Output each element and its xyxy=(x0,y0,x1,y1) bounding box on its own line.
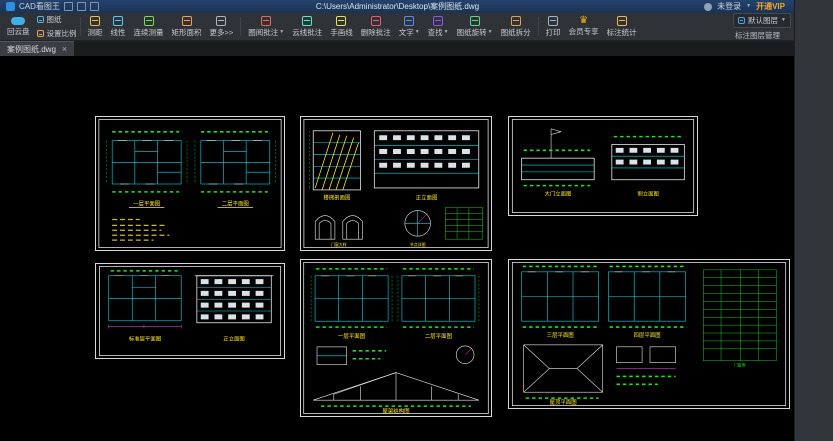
chevron-down-icon: ▼ xyxy=(746,4,751,9)
split-icon xyxy=(511,16,521,26)
sheet-caption: 四层平面图 xyxy=(634,331,661,339)
redo-icon[interactable] xyxy=(90,2,99,11)
print-button[interactable]: 打印 xyxy=(542,13,565,40)
undo-icon[interactable] xyxy=(77,2,86,11)
split-drawing-button[interactable]: 图纸拆分 xyxy=(497,13,535,40)
sheet-gate-elevation[interactable]: 大门立面图 侧立面图 xyxy=(508,116,698,216)
sheet-plans-truss[interactable]: 一层平面图 二层平面图 屋架结构图 xyxy=(300,259,492,417)
layer-dropdown-value: 默认图层 xyxy=(748,15,778,26)
text-button[interactable]: 文字▼ xyxy=(395,13,424,40)
delete-markup-button[interactable]: 删除批注 xyxy=(357,13,395,40)
scale-button-label: 设置比例 xyxy=(47,28,77,39)
ribbon-toolbar: 回云盘 图纸 设置比例 测距 线性 连续测量 xyxy=(0,13,795,41)
divider xyxy=(538,17,539,36)
vip-features-button[interactable]: ♛ 会员专享 xyxy=(565,13,603,40)
sheet-caption: 正立面图 xyxy=(416,194,438,202)
sheet-caption: 三层平面图 xyxy=(547,331,574,339)
scale-icon xyxy=(37,30,44,37)
chevron-down-icon: ▼ xyxy=(781,18,786,23)
rect-area-button[interactable]: 矩形面积 xyxy=(168,13,206,40)
area-icon xyxy=(182,16,192,26)
layers-icon xyxy=(738,17,745,24)
sheet-plan-elevation[interactable]: 标准层平面图 正立面图 xyxy=(95,263,285,359)
sheet-caption: 一层平面图 xyxy=(338,332,365,340)
vip-button[interactable]: 开通VIP xyxy=(756,1,785,12)
cloud-button-label: 回云盘 xyxy=(7,26,30,37)
divider xyxy=(80,17,81,36)
user-avatar[interactable] xyxy=(704,3,712,11)
chevron-down-icon: ▼ xyxy=(279,30,284,35)
pencil-icon xyxy=(336,16,346,26)
layer-dropdown[interactable]: 默认图层 ▼ xyxy=(733,13,791,28)
more-icon xyxy=(216,16,226,26)
save-icon[interactable] xyxy=(64,2,73,11)
chevron-down-icon: ▼ xyxy=(488,30,493,35)
linear-dimension-button[interactable]: 线性 xyxy=(107,13,130,40)
drawing-canvas[interactable]: 一层平面图 二层平面图 楼梯剖面图 正立面图 xyxy=(0,56,795,441)
linear-dim-icon xyxy=(113,16,123,26)
sheet-icon xyxy=(37,16,44,23)
crown-icon: ♛ xyxy=(579,16,588,25)
cloud-icon xyxy=(11,17,25,25)
cloud-line-icon xyxy=(302,16,312,26)
sheet-caption: 门窗大样 xyxy=(331,242,347,247)
cloud-markup-button[interactable]: 圈阅批注▼ xyxy=(244,13,288,40)
eraser-icon xyxy=(371,16,381,26)
markup-icon xyxy=(261,16,271,26)
rotate-drawing-button[interactable]: 图纸旋转▼ xyxy=(453,13,497,40)
cloud-button[interactable]: 回云盘 xyxy=(4,16,33,38)
measure-distance-button[interactable]: 测距 xyxy=(84,13,107,40)
sheet-button-label: 图纸 xyxy=(47,14,62,25)
document-tab[interactable]: 案例图纸.dwg × xyxy=(0,41,74,56)
layer-manage-button[interactable]: 标注图层管理 xyxy=(733,30,791,41)
text-icon xyxy=(404,16,414,26)
more-tools-button[interactable]: 更多>> xyxy=(206,13,238,40)
sheet-floor-plans[interactable]: 一层平面图 二层平面图 xyxy=(95,116,285,251)
sheet-caption: 节点详图 xyxy=(410,242,426,247)
search-icon xyxy=(433,16,443,26)
app-window: CAD看图王 C:\Users\Administrator\Desktop\案例… xyxy=(0,0,795,441)
app-title: CAD看图王 xyxy=(19,1,60,12)
sheet-caption: 侧立面图 xyxy=(637,189,659,197)
sheet-caption: 二层平面图 xyxy=(222,200,249,208)
printer-icon xyxy=(548,16,558,26)
polyline-icon xyxy=(144,16,154,26)
sheet-caption: 二层平面图 xyxy=(425,332,452,340)
sheet-elevation-details[interactable]: 楼梯剖面图 正立面图 门窗大样 节点详图 xyxy=(300,116,492,251)
app-logo-icon xyxy=(6,2,15,11)
chevron-down-icon: ▼ xyxy=(415,30,420,35)
sheet-caption: 一层平面图 xyxy=(133,200,160,208)
document-tab-label: 案例图纸.dwg xyxy=(7,44,56,55)
tab-bar: 案例图纸.dwg × xyxy=(0,41,795,56)
sheet-caption: 屋顶平面图 xyxy=(550,398,577,406)
sheet-caption: 门窗表 xyxy=(734,363,746,368)
desktop-area xyxy=(794,0,833,441)
revision-cloud-button[interactable]: 云线批注 xyxy=(288,13,326,40)
divider xyxy=(240,17,241,36)
file-path: C:\Users\Administrator\Desktop\案例图纸.dwg xyxy=(316,0,479,13)
ruler-icon xyxy=(90,16,100,26)
find-button[interactable]: 查找▼ xyxy=(424,13,453,40)
sheet-caption: 大门立面图 xyxy=(544,189,571,197)
scale-button[interactable]: 设置比例 xyxy=(37,28,77,39)
sheet-caption: 正立面图 xyxy=(223,334,245,342)
sheet-caption: 楼梯剖面图 xyxy=(323,194,350,202)
chevron-down-icon: ▼ xyxy=(444,30,449,35)
sheet-caption: 标准层平面图 xyxy=(129,334,161,342)
rotate-icon xyxy=(470,16,480,26)
sheet-plans-schedule[interactable]: 三层平面图 四层平面图 门窗表 屋顶平面图 xyxy=(508,259,790,409)
login-button[interactable]: 未登录 xyxy=(717,1,741,12)
annotation-stats-button[interactable]: 标注统计 xyxy=(603,13,641,40)
titlebar: CAD看图王 C:\Users\Administrator\Desktop\案例… xyxy=(0,0,795,13)
continuous-measure-button[interactable]: 连续测量 xyxy=(130,13,168,40)
sheet-caption: 屋架结构图 xyxy=(382,407,409,415)
stats-icon xyxy=(617,16,627,26)
close-tab-icon[interactable]: × xyxy=(62,45,67,54)
sheet-button[interactable]: 图纸 xyxy=(37,14,77,25)
freehand-button[interactable]: 手画线 xyxy=(326,13,357,40)
